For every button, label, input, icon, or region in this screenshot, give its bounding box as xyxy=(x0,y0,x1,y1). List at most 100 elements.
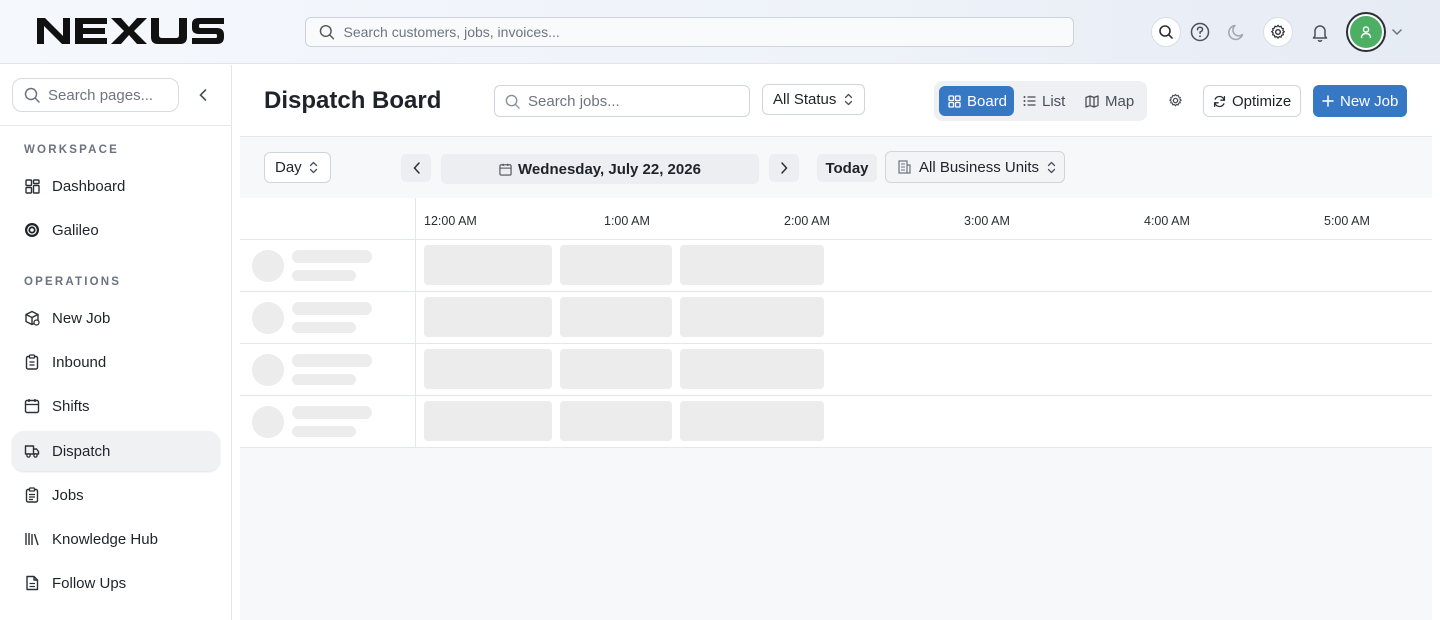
hour-label: 3:00 AM xyxy=(964,214,1010,228)
bell-icon[interactable] xyxy=(1309,21,1331,43)
nexus-logo[interactable]: NEXUS xyxy=(37,16,225,46)
main-content: Dispatch Board All Status Board List Map xyxy=(240,65,1432,620)
page-search[interactable] xyxy=(12,78,179,112)
current-date: Wednesday, July 22, 2026 xyxy=(518,160,701,178)
avatar[interactable] xyxy=(1346,12,1386,52)
chevron-left-icon xyxy=(199,89,207,101)
chevron-up-down-icon xyxy=(309,161,317,174)
page-title: Dispatch Board xyxy=(264,87,442,114)
view-map-button[interactable]: Map xyxy=(1076,86,1142,116)
sidebar-item-dashboard[interactable]: Dashboard xyxy=(12,166,220,206)
global-search-input[interactable] xyxy=(343,24,1073,40)
date-picker-button[interactable]: Wednesday, July 22, 2026 xyxy=(441,154,759,184)
business-unit-value: All Business Units xyxy=(919,158,1040,176)
skeleton-line xyxy=(292,270,356,281)
truck-icon xyxy=(24,443,40,459)
global-search[interactable] xyxy=(305,17,1074,47)
range-select-value: Day xyxy=(275,159,302,176)
list-icon xyxy=(1023,96,1036,106)
timeline-header: 12:00 AM 1:00 AM 2:00 AM 3:00 AM 4:00 AM… xyxy=(240,198,1432,240)
gear-icon[interactable] xyxy=(1263,17,1293,47)
view-list-button[interactable]: List xyxy=(1014,86,1074,116)
sidebar-item-follow-ups[interactable]: Follow Ups xyxy=(12,563,220,603)
skeleton-line xyxy=(292,426,356,437)
new-job-button[interactable]: New Job xyxy=(1313,85,1407,117)
skeleton-line xyxy=(292,374,356,385)
skeleton-avatar xyxy=(252,354,284,386)
optimize-button[interactable]: Optimize xyxy=(1203,85,1301,117)
hour-label: 5:00 AM xyxy=(1324,214,1370,228)
skeleton-job-block xyxy=(560,297,672,337)
help-icon[interactable] xyxy=(1189,21,1211,43)
sidebar-item-label: Follow Ups xyxy=(52,574,127,592)
view-toggle: Board List Map xyxy=(934,81,1147,121)
building-icon xyxy=(898,160,911,174)
collapse-sidebar-button[interactable] xyxy=(193,85,213,105)
job-search[interactable] xyxy=(494,85,750,117)
technician-row-skeleton xyxy=(240,292,1432,344)
skeleton-job-block xyxy=(424,297,552,337)
technician-column-divider xyxy=(415,198,416,448)
plus-icon xyxy=(1322,95,1334,107)
search-icon xyxy=(24,87,40,103)
board-settings-gear-icon[interactable] xyxy=(1168,93,1184,109)
optimize-label: Optimize xyxy=(1232,92,1292,110)
sidebar-item-galileo[interactable]: Galileo xyxy=(12,210,220,250)
map-icon xyxy=(1085,94,1099,108)
clipboard-list-icon xyxy=(24,487,40,503)
skeleton-job-block xyxy=(424,401,552,441)
view-map-label: Map xyxy=(1105,92,1135,110)
next-day-button[interactable] xyxy=(769,154,799,182)
today-button[interactable]: Today xyxy=(817,154,877,182)
chevron-up-down-icon xyxy=(1047,161,1056,173)
sidebar-item-jobs[interactable]: Jobs xyxy=(12,475,220,515)
sidebar-item-knowledge-hub[interactable]: Knowledge Hub xyxy=(12,519,220,559)
view-board-button[interactable]: Board xyxy=(939,86,1014,116)
technician-row-skeleton xyxy=(240,344,1432,396)
skeleton-job-block xyxy=(680,401,824,441)
grid-icon xyxy=(948,94,961,108)
user-avatar xyxy=(1350,16,1382,48)
view-board-label: Board xyxy=(967,92,1008,110)
sidebar-item-label: Jobs xyxy=(52,486,84,504)
sidebar-item-label: Shifts xyxy=(52,397,90,415)
technician-row-skeleton xyxy=(240,240,1432,292)
range-select[interactable]: Day xyxy=(264,152,331,183)
skeleton-job-block xyxy=(560,245,672,285)
business-unit-select[interactable]: All Business Units xyxy=(885,151,1065,183)
job-search-input[interactable] xyxy=(528,92,728,110)
skeleton-job-block xyxy=(680,245,824,285)
hour-label: 4:00 AM xyxy=(1144,214,1190,228)
sidebar-item-label: New Job xyxy=(52,309,111,327)
skeleton-job-block xyxy=(680,349,824,389)
clipboard-icon xyxy=(24,354,40,370)
sidebar-item-shifts[interactable]: Shifts xyxy=(12,386,220,426)
search-icon[interactable] xyxy=(1151,17,1181,47)
skeleton-line xyxy=(292,302,372,315)
chevron-down-icon[interactable] xyxy=(1390,26,1404,38)
page-search-input[interactable] xyxy=(48,86,168,104)
library-icon xyxy=(24,531,40,547)
status-select-value: All Status xyxy=(773,91,837,108)
sidebar-item-new-job[interactable]: New Job xyxy=(12,298,220,338)
sidebar-item-label: Knowledge Hub xyxy=(52,530,158,548)
top-bar: NEXUS xyxy=(0,0,1440,64)
search-icon xyxy=(319,24,335,40)
galileo-icon xyxy=(24,222,40,238)
skeleton-line xyxy=(292,406,372,419)
search-icon xyxy=(505,94,520,109)
grid-icon xyxy=(24,178,40,194)
previous-day-button[interactable] xyxy=(401,154,431,182)
refresh-icon xyxy=(1213,95,1226,107)
sidebar-item-label: Galileo xyxy=(52,221,99,239)
skeleton-avatar xyxy=(252,406,284,438)
calendar-icon xyxy=(24,398,40,414)
sidebar-item-inbound[interactable]: Inbound xyxy=(12,342,220,382)
sidebar-item-dispatch[interactable]: Dispatch xyxy=(12,431,220,471)
box-icon xyxy=(24,310,40,326)
sidebar-item-label: Inbound xyxy=(52,353,107,371)
calendar-icon xyxy=(499,163,512,176)
moon-icon[interactable] xyxy=(1226,21,1248,43)
status-select[interactable]: All Status xyxy=(762,84,865,115)
section-label-workspace: WORKSPACE xyxy=(24,144,119,156)
